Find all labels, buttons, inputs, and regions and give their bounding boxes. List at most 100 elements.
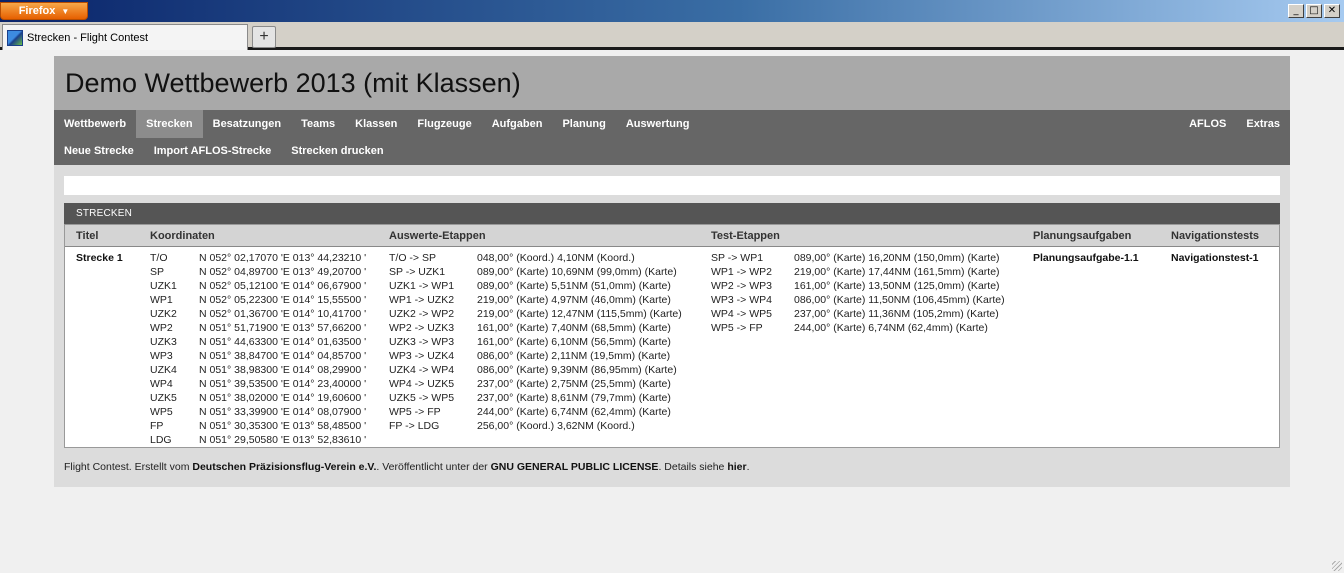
point-coordinate: N 051° 44,63300 'E 014° 01,63500 ' [199, 336, 367, 348]
test-leg-value: 086,00° (Karte) 11,50NM (106,45mm) (Kart… [794, 294, 1005, 306]
test-leg-value: 244,00° (Karte) 6,74NM (62,4mm) (Karte) [794, 322, 988, 334]
new-tab-button[interactable]: + [252, 26, 276, 48]
auswerte-legs-column: T/O -> SP SP -> UZK1 UZK1 -> WP1 WP1 -> UZK… [389, 251, 454, 433]
auswerte-leg: WP2 -> UZK3 [389, 322, 455, 334]
nav-sub-row: Neue Strecke Import AFLOS-Strecke Strecken… [54, 138, 394, 164]
nav-item-klassen[interactable]: Klassen [345, 110, 407, 138]
auswerte-leg: UZK3 -> WP3 [389, 336, 455, 348]
test-leg: WP1 -> WP2 [711, 266, 772, 278]
auswerte-leg: T/O -> SP [389, 252, 436, 264]
test-leg: WP5 -> FP [711, 322, 763, 334]
point-label: WP1 [150, 294, 173, 306]
auswerte-values-column: 048,00° (Koord.) 4,10NM (Koord.) 089,00° … [477, 251, 682, 433]
nav-item-wettbewerb[interactable]: Wettbewerb [54, 110, 136, 138]
section-heading-label: STRECKEN [76, 208, 133, 219]
point-coordinate: N 051° 30,35300 'E 013° 58,48500 ' [199, 420, 367, 432]
page-container: Demo Wettbewerb 2013 (mit Klassen) Wettb… [54, 56, 1290, 487]
window-titlebar: Firefox ▼ _ □ ✕ [0, 0, 1344, 22]
test-leg-value: 089,00° (Karte) 16,20NM (150,0mm) (Karte… [794, 252, 1000, 264]
page-title: Demo Wettbewerb 2013 (mit Klassen) [65, 67, 521, 98]
planungsaufgabe-link[interactable]: Planungsaufgabe-1.1 [1033, 251, 1139, 265]
footer-suffix1: . Details siehe [658, 461, 728, 473]
auswerte-leg-value: 161,00° (Karte) 6,10NM (56,5mm) (Karte) [477, 336, 671, 348]
firefox-menu-label: Firefox [18, 5, 56, 17]
firefox-menu-button[interactable]: Firefox ▼ [0, 2, 88, 20]
point-label: UZK4 [150, 364, 177, 376]
nav-item-extras[interactable]: Extras [1236, 110, 1290, 138]
footer-prefix: Flight Contest. Erstellt vom [64, 461, 193, 473]
subnav-item-import-aflos-strecke[interactable]: Import AFLOS-Strecke [144, 138, 282, 164]
footer-org-link[interactable]: Deutschen Präzisionsflug-Verein e.V. [192, 461, 376, 473]
point-coordinate: N 052° 05,22300 'E 014° 15,55500 ' [199, 294, 367, 306]
message-bar [64, 176, 1280, 195]
point-label: WP5 [150, 406, 173, 418]
points-column: T/O SP UZK1 WP1 UZK2 WP2 UZK3 WP3 UZK4 WP4 UZK5 WP5… [150, 251, 177, 447]
point-label: UZK2 [150, 308, 177, 320]
nav-main-row: Wettbewerb Strecken Besatzungen Teams Klasse… [54, 110, 699, 138]
point-coordinate: N 051° 38,02000 'E 014° 19,60600 ' [199, 392, 367, 404]
subnav-item-neue-strecke[interactable]: Neue Strecke [54, 138, 144, 164]
point-coordinate: N 051° 29,50580 'E 013° 52,83610 ' [199, 434, 367, 446]
minimize-button[interactable]: _ [1288, 4, 1304, 18]
col-header-planung: Planungsaufgaben [1033, 230, 1132, 242]
page-header: Demo Wettbewerb 2013 (mit Klassen) [54, 56, 1290, 110]
test-leg: WP4 -> WP5 [711, 308, 772, 320]
section-heading: STRECKEN [64, 203, 1280, 224]
nav-item-flugzeuge[interactable]: Flugzeuge [407, 110, 481, 138]
auswerte-leg-value: 219,00° (Karte) 12,47NM (115,5mm) (Karte… [477, 308, 682, 320]
tab-title: Strecken - Flight Contest [27, 31, 149, 44]
auswerte-leg-value: 086,00° (Karte) 2,11NM (19,5mm) (Karte) [477, 350, 671, 362]
auswerte-leg-value: 237,00° (Karte) 8,61NM (79,7mm) (Karte) [477, 392, 671, 404]
point-coordinate: N 051° 33,39900 'E 014° 08,07900 ' [199, 406, 367, 418]
point-coordinate: N 052° 01,36700 'E 014° 10,41700 ' [199, 308, 367, 320]
point-label: WP2 [150, 322, 173, 334]
auswerte-leg: UZK2 -> WP2 [389, 308, 455, 320]
auswerte-leg: SP -> UZK1 [389, 266, 446, 278]
chevron-down-icon: ▼ [61, 6, 70, 16]
nav-item-auswertung[interactable]: Auswertung [616, 110, 700, 138]
point-label: SP [150, 266, 165, 278]
nav-item-aflos[interactable]: AFLOS [1179, 110, 1236, 138]
auswerte-leg: UZK5 -> WP5 [389, 392, 455, 404]
test-legs-column: SP -> WP1 WP1 -> WP2 WP2 -> WP3 WP3 -> WP4 W… [711, 251, 772, 335]
nav-item-planung[interactable]: Planung [552, 110, 615, 138]
auswerte-leg: UZK1 -> WP1 [389, 280, 455, 292]
col-header-titel: Titel [76, 230, 99, 242]
footer-license-link[interactable]: GNU GENERAL PUBLIC LICENSE [491, 461, 659, 473]
auswerte-leg-value: 089,00° (Karte) 10,69NM (99,0mm) (Karte) [477, 266, 677, 278]
auswerte-leg: WP4 -> UZK5 [389, 378, 455, 390]
point-label: LDG [150, 434, 172, 446]
browser-tab[interactable]: Strecken - Flight Contest [2, 24, 248, 50]
auswerte-leg-value: 086,00° (Karte) 9,39NM (86,95mm) (Karte) [477, 364, 677, 376]
auswerte-leg-value: 237,00° (Karte) 2,75NM (25,5mm) (Karte) [477, 378, 671, 390]
nav-item-besatzungen[interactable]: Besatzungen [203, 110, 291, 138]
test-leg-value: 161,00° (Karte) 13,50NM (125,0mm) (Karte… [794, 280, 1000, 292]
resize-grip-icon[interactable] [1332, 561, 1342, 571]
favicon-icon [7, 29, 23, 46]
navigationstest-link[interactable]: Navigationstest-1 [1171, 251, 1259, 265]
auswerte-leg: WP3 -> UZK4 [389, 350, 455, 362]
point-coordinate: N 051° 39,53500 'E 014° 23,40000 ' [199, 378, 367, 390]
close-button[interactable]: ✕ [1324, 4, 1340, 18]
subnav-item-strecken-drucken[interactable]: Strecken drucken [281, 138, 393, 164]
nav-item-strecken[interactable]: Strecken [136, 110, 203, 138]
browser-tabstrip: Strecken - Flight Contest + [0, 22, 1344, 50]
maximize-button[interactable]: □ [1306, 4, 1322, 18]
point-label: WP3 [150, 350, 173, 362]
route-title-link[interactable]: Strecke 1 [76, 251, 123, 265]
point-coordinate: N 051° 38,98300 'E 014° 08,29900 ' [199, 364, 367, 376]
col-header-auswerte: Auswerte-Etappen [389, 230, 486, 242]
point-label: UZK5 [150, 392, 177, 404]
footer-suffix2: . [746, 461, 750, 473]
nav-item-aufgaben[interactable]: Aufgaben [482, 110, 553, 138]
auswerte-leg: WP5 -> FP [389, 406, 441, 418]
test-leg: WP2 -> WP3 [711, 280, 772, 292]
point-coordinate: N 051° 51,71900 'E 013° 57,66200 ' [199, 322, 367, 334]
page-footer: Flight Contest. Erstellt vom Deutschen P… [64, 461, 750, 473]
point-label: UZK1 [150, 280, 177, 292]
point-coordinate: N 051° 38,84700 'E 014° 04,85700 ' [199, 350, 367, 362]
footer-details-link[interactable]: hier [727, 461, 746, 473]
nav-item-teams[interactable]: Teams [291, 110, 345, 138]
auswerte-leg-value: 219,00° (Karte) 4,97NM (46,0mm) (Karte) [477, 294, 671, 306]
point-coordinate: N 052° 04,89700 'E 013° 49,20700 ' [199, 266, 367, 278]
